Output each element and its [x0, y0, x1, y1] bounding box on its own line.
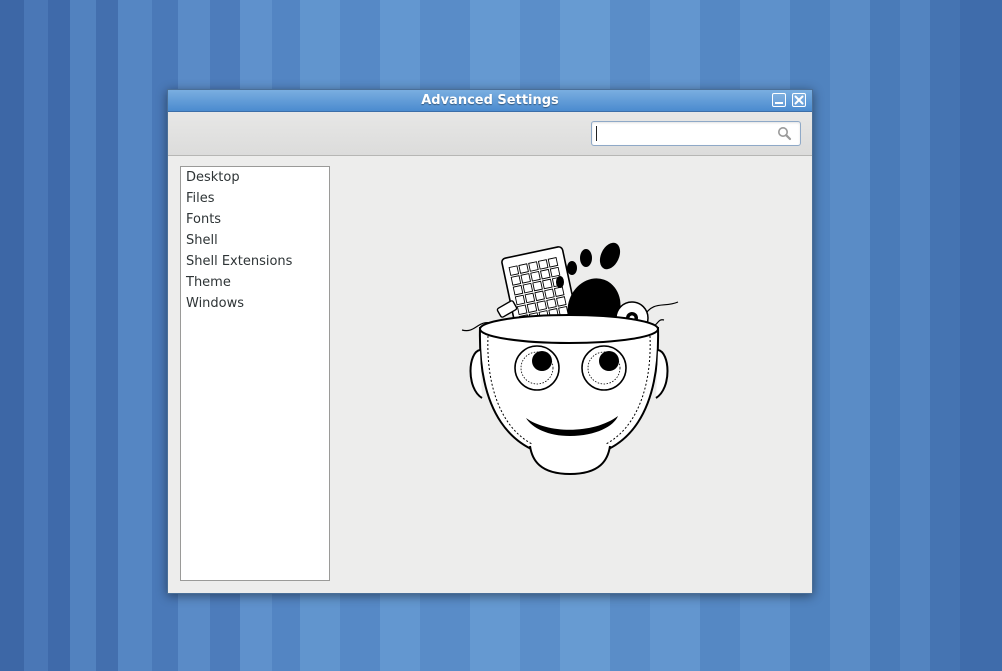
tweak-tool-logo-image — [461, 242, 679, 476]
text-cursor — [596, 126, 597, 141]
sidebar-item-theme[interactable]: Theme — [181, 272, 329, 293]
desktop-background: Advanced Settings Desktop Files Fonts Sh… — [0, 0, 1002, 671]
window-title: Advanced Settings — [421, 93, 559, 108]
sidebar-item-desktop[interactable]: Desktop — [181, 167, 329, 188]
search-icon[interactable] — [777, 126, 792, 141]
close-button[interactable] — [792, 93, 806, 107]
minimize-icon — [775, 102, 783, 104]
minimize-button[interactable] — [772, 93, 786, 107]
toolbar — [168, 112, 812, 156]
window-titlebar[interactable]: Advanced Settings — [168, 90, 812, 112]
search-field[interactable] — [591, 121, 801, 146]
advanced-settings-window: Advanced Settings Desktop Files Fonts Sh… — [167, 89, 813, 594]
sidebar-item-files[interactable]: Files — [181, 188, 329, 209]
close-icon — [794, 95, 804, 105]
sidebar-item-windows[interactable]: Windows — [181, 293, 329, 314]
sidebar-item-fonts[interactable]: Fonts — [181, 209, 329, 230]
search-input[interactable] — [596, 125, 771, 142]
sidebar-item-shell[interactable]: Shell — [181, 230, 329, 251]
sidebar-item-shell-extensions[interactable]: Shell Extensions — [181, 251, 329, 272]
category-list: Desktop Files Fonts Shell Shell Extensio… — [180, 166, 330, 581]
